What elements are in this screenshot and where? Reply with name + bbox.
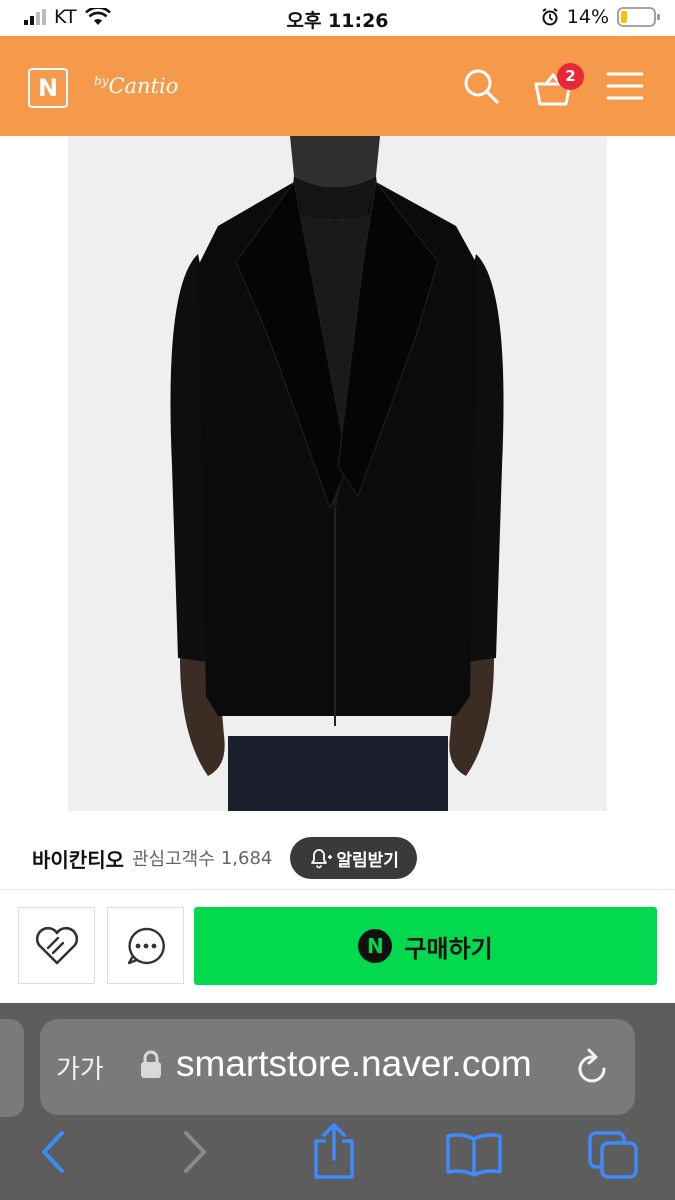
- reload-icon[interactable]: [574, 1047, 610, 1087]
- url-text[interactable]: smartstore.naver.com: [176, 1043, 532, 1085]
- wishlist-button[interactable]: [18, 907, 95, 984]
- chat-icon: [127, 927, 165, 964]
- menu-icon[interactable]: [605, 66, 645, 106]
- share-icon[interactable]: [310, 1121, 358, 1181]
- brand-name: Cantio: [108, 74, 179, 98]
- shop-name[interactable]: 바이칸티오: [32, 844, 124, 873]
- naver-pay-logo: N: [358, 929, 393, 963]
- talk-button[interactable]: [107, 907, 184, 984]
- cart-count-badge: 2: [557, 63, 584, 90]
- divider: [0, 889, 675, 890]
- back-icon[interactable]: [38, 1129, 68, 1175]
- status-right: 14%: [541, 6, 661, 28]
- alarm-label: 알림받기: [336, 850, 399, 871]
- favorites-count: 1,684: [220, 847, 273, 869]
- alarm-subscribe-button[interactable]: 알림받기: [290, 837, 417, 879]
- browser-toolbar: 가가 smartstore.naver.com: [0, 1003, 675, 1200]
- product-image[interactable]: [68, 136, 607, 811]
- favorites-label: 관심고객수: [132, 849, 215, 870]
- buy-button[interactable]: N 구매하기: [194, 907, 657, 985]
- forward-icon[interactable]: [180, 1129, 210, 1175]
- search-icon[interactable]: [461, 66, 501, 106]
- store-brand[interactable]: byCantio: [94, 74, 178, 98]
- address-bar[interactable]: 가가 smartstore.naver.com: [40, 1019, 635, 1115]
- tabs-icon[interactable]: [586, 1129, 642, 1181]
- bell-plus-icon: [311, 849, 333, 869]
- bookmarks-icon[interactable]: [444, 1131, 504, 1177]
- brand-prefix: by: [94, 74, 109, 88]
- buy-label: 구매하기: [404, 934, 493, 963]
- text-size-button[interactable]: 가가: [56, 1049, 104, 1086]
- coat-illustration: [68, 136, 607, 811]
- previous-tab-preview[interactable]: [0, 1019, 24, 1117]
- shop-info-row: 바이칸티오 관심고객수 1,684 알림받기: [32, 836, 417, 880]
- status-bar: KT 오후 11:26 14%: [0, 0, 675, 36]
- battery-icon: [617, 7, 660, 27]
- naver-logo[interactable]: N: [28, 68, 68, 108]
- lock-icon: [141, 1050, 161, 1078]
- heart-icon: [35, 926, 78, 964]
- alarm-icon: [542, 8, 558, 26]
- battery-percent: 14%: [566, 6, 609, 28]
